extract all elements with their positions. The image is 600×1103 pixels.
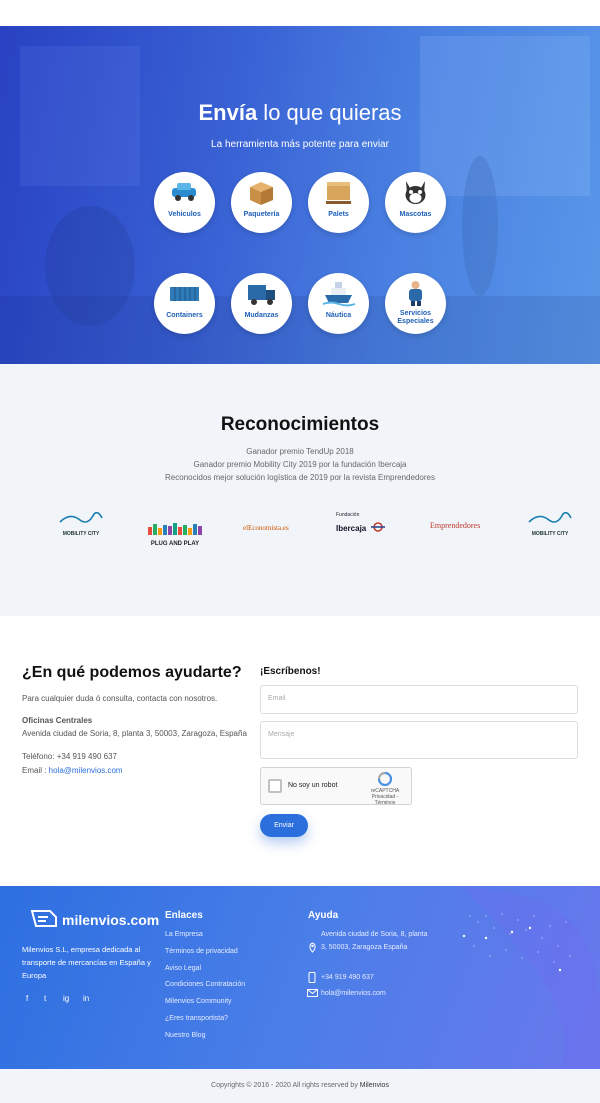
footer-link-transportista[interactable]: ¿Eres transportista? <box>165 1015 228 1022</box>
mobility-city-logo: MOBILITY CITY <box>58 511 104 537</box>
footer: milenvios.com Milenvios S.L, empresa ded… <box>0 886 600 1069</box>
emprendedores-logo: Emprendedores <box>430 521 481 530</box>
car-icon <box>172 183 196 201</box>
container-icon <box>170 287 199 301</box>
footer-link-blog[interactable]: Nuestro Blog <box>165 1032 205 1039</box>
footer-link-community[interactable]: Milenvios Community <box>165 998 232 1005</box>
category-mascotas[interactable]: Mascotas <box>385 172 446 233</box>
footer-link-aviso-legal[interactable]: Aviso Legal <box>165 965 201 972</box>
location-icon <box>309 942 316 953</box>
contact-title: ¿En qué podemos ayudarte? <box>22 664 242 681</box>
pallet-icon <box>326 182 351 204</box>
box-icon <box>250 182 273 205</box>
category-paqueteria[interactable]: Paquetería <box>231 172 292 233</box>
truck-icon <box>248 285 275 305</box>
recaptcha-widget: No soy un robot reCAPTCHA Privacidad - T… <box>260 767 412 806</box>
el-economista-logo: elEconomista.es <box>243 524 289 532</box>
category-vehiculos[interactable]: Vehiculos <box>154 172 215 233</box>
footer-address: Avenida ciudad de Soria, 8, planta 3, 50… <box>321 931 428 951</box>
phone-icon <box>308 972 316 983</box>
form-title: ¡Escríbenos! <box>260 666 321 677</box>
recaptcha-icon <box>377 771 393 787</box>
recaptcha-label: No soy un robot <box>288 782 338 789</box>
plug-and-play-logo: PLUG AND PLAY <box>148 522 202 548</box>
footer-link-privacidad[interactable]: Términos de privacidad <box>165 948 238 955</box>
hero-subtitle: La herramienta más potente para enviar <box>211 139 389 150</box>
category-label: Náutica <box>325 312 352 319</box>
contact-email: Email : hola@milenvios.com <box>22 766 123 775</box>
contact-email-link[interactable]: hola@milenvios.com <box>49 766 123 775</box>
recognitions-section: Reconocimientos Ganador premio TendUp 20… <box>0 364 600 616</box>
category-label: Containers <box>166 312 203 319</box>
category-label: Servicios Especiales <box>397 310 434 325</box>
hero-title: Envía lo que quieras <box>198 100 402 125</box>
category-servicios-especiales[interactable]: Servicios Especiales <box>385 273 446 334</box>
help-title: Ayuda <box>308 910 339 921</box>
category-label: Mudanzas <box>244 312 279 319</box>
linkedin-icon[interactable]: in <box>83 994 89 1003</box>
milenvios-logo-icon <box>30 910 57 927</box>
hero-section: Envía lo que quieras La herramienta más … <box>0 26 600 364</box>
email-field[interactable]: Email <box>260 685 578 714</box>
send-button[interactable]: Enviar <box>260 814 308 837</box>
worker-icon <box>409 281 422 306</box>
copyright-bar: Copyrights © 2016 - 2020 All rights rese… <box>0 1069 600 1103</box>
email-icon <box>307 989 318 997</box>
copyright-link[interactable]: Milenvios <box>360 1082 389 1089</box>
footer-link-condiciones[interactable]: Condiciones Contratación <box>165 981 245 988</box>
recognition-line: Ganador premio TendUp 2018 <box>246 447 354 456</box>
message-field[interactable]: Mensaje <box>260 721 578 759</box>
recognition-line: Ganador premio Mobility City 2019 por la… <box>193 460 407 469</box>
recognition-line: Reconocidos mejor solución logística de … <box>165 473 435 482</box>
contact-intro: Para cualquier duda ó consulta, contacta… <box>22 694 218 703</box>
contact-phone: Teléfono: +34 919 490 637 <box>22 752 117 761</box>
recaptcha-brand: reCAPTCHA Privacidad - Términos <box>365 771 405 806</box>
ship-icon <box>322 282 356 307</box>
facebook-icon[interactable]: f <box>26 994 28 1003</box>
office-label: Oficinas Centrales <box>22 716 93 725</box>
footer-email[interactable]: hola@milenvios.com <box>321 987 386 1000</box>
recognitions-title: Reconocimientos <box>220 414 380 435</box>
category-label: Paquetería <box>243 211 280 218</box>
twitter-icon[interactable]: t <box>44 994 46 1003</box>
footer-description: Milenvios S.L, empresa dedicada al trans… <box>22 945 151 980</box>
instagram-icon[interactable]: ig <box>63 994 69 1003</box>
category-label: Vehiculos <box>168 211 201 218</box>
footer-link-empresa[interactable]: La Empresa <box>165 931 203 938</box>
office-address: Avenida ciudad de Soria, 8, planta 3, 50… <box>22 729 247 738</box>
category-containers[interactable]: Containers <box>154 273 215 334</box>
category-mudanzas[interactable]: Mudanzas <box>231 273 292 334</box>
top-bar <box>0 0 600 26</box>
office-background-image <box>0 26 600 364</box>
mobility-city-logo-2: MOBILITY CITY <box>527 511 573 537</box>
recaptcha-checkbox[interactable] <box>268 779 282 793</box>
cat-icon <box>405 181 426 204</box>
category-label: Palets <box>328 211 349 218</box>
footer-phone: +34 919 490 637 <box>321 974 374 981</box>
ibercaja-logo: Fundación Ibercaja <box>336 512 388 536</box>
category-nautica[interactable]: Náutica <box>308 273 369 334</box>
links-title: Enlaces <box>165 910 203 921</box>
footer-brand[interactable]: milenvios.com <box>62 912 159 928</box>
category-label: Mascotas <box>399 211 432 218</box>
category-palets[interactable]: Palets <box>308 172 369 233</box>
